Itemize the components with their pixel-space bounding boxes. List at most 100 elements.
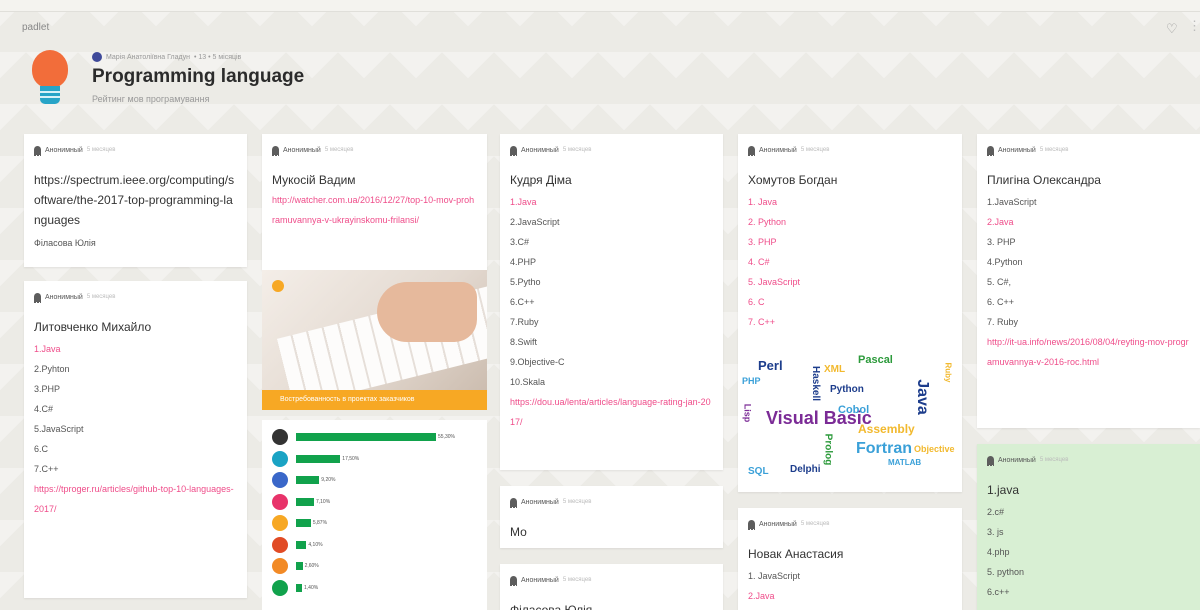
language-icon: [272, 450, 288, 467]
cloud-word: Pascal: [858, 354, 893, 366]
language-icon: [272, 536, 288, 553]
list-item: 7.C++: [34, 464, 59, 474]
bar-label: 55,30%: [438, 434, 455, 440]
cloud-word: Fortran: [856, 440, 912, 457]
post-card[interactable]: Анонимный 5 месяцев Мукосій Вадим http://…: [262, 134, 487, 270]
list-item: 10.Skala: [510, 377, 546, 387]
heart-icon[interactable]: ♡: [1166, 21, 1178, 37]
list-item: 4.C#: [34, 404, 54, 414]
post-card[interactable]: Анонимный 5 месяцев Філасова Юлія: [500, 564, 723, 610]
bar-row: 1,40%: [272, 579, 318, 597]
list-item: 9.Objective-C: [510, 357, 565, 367]
cloud-word: Prolog: [822, 433, 834, 466]
post-author: Анонимный: [998, 456, 1036, 464]
post-title: Мо: [510, 525, 527, 539]
post-card[interactable]: Анонимный 5 месяцев https://spectrum.ieee…: [24, 134, 247, 267]
anonymous-icon: [748, 519, 755, 530]
post-time: 5 месяцев: [324, 147, 354, 153]
list-item: 6. C++: [987, 297, 1015, 307]
list-item: 2.Pyhton: [34, 364, 70, 374]
anonymous-icon: [34, 145, 41, 156]
bar: [296, 454, 341, 463]
avatar[interactable]: [92, 52, 102, 62]
list-item: 3.C#: [510, 237, 530, 247]
post-card[interactable]: Анонимный 5 месяцев Мо: [500, 486, 723, 548]
language-icon: [272, 515, 288, 531]
bar-row: 2,60%: [272, 557, 319, 575]
padlet-logo[interactable]: padlet: [22, 22, 49, 33]
bar-label: 7,10%: [315, 498, 331, 505]
list-item: 6.C++: [510, 297, 535, 307]
anonymous-icon: [510, 497, 517, 508]
bar: [296, 540, 307, 549]
bar-label: 5,87%: [312, 520, 328, 526]
post-card[interactable]: Анонимный 5 месяцев Плигіна Олександра 1.…: [977, 134, 1200, 428]
list-item: 5.JavaScript: [34, 424, 84, 434]
list-item: 6.C: [34, 444, 49, 454]
list-item: 3. PHP: [987, 237, 1016, 247]
list-item: 4.Python: [987, 257, 1023, 267]
top-bar: [0, 0, 1200, 12]
post-author: Анонимный: [521, 498, 559, 506]
bar-row: 7,10%: [272, 493, 330, 511]
post-link[interactable]: http://watcher.com.ua/2016/12/27/top-10-…: [272, 190, 477, 230]
post-author: Анонимный: [521, 146, 559, 154]
list-item: 6. C: [748, 297, 765, 307]
bar-row: 17,50%: [272, 450, 359, 468]
post-author: Анонимный: [45, 146, 83, 154]
post-card[interactable]: Анонимный 5 месяцев 1.java 2.c# 3. js 4.p…: [977, 444, 1200, 610]
logo-icon: [272, 280, 284, 292]
list-item: 1.Java: [34, 344, 61, 354]
cloud-word: Delphi: [790, 464, 821, 475]
image-banner: Востребованность в проектах заказчиков: [280, 396, 415, 403]
post-time: 5 месяцев: [562, 147, 592, 153]
page-subtitle: Рейтинг мов програмування: [92, 94, 210, 104]
post-link[interactable]: https://dou.ua/lenta/articles/language-r…: [510, 392, 713, 432]
language-icon: [272, 429, 288, 445]
cloud-word: Java: [913, 379, 931, 415]
post-card[interactable]: Анонимный 5 месяцев Литовченко Михайло 1.…: [24, 281, 247, 598]
word-cloud-image[interactable]: Perl PHP XML Pascal Python Visual Basic Cobol A…: [738, 348, 962, 492]
post-body: Філасова Юлія: [34, 238, 96, 248]
cloud-word: SQL: [748, 466, 769, 477]
post-author: Анонимный: [283, 146, 321, 154]
list-item: 2. Python: [748, 217, 787, 227]
post-time: 5 месяцев: [86, 147, 116, 153]
post-card[interactable]: Анонимный 5 месяцев Кудря Діма 1.Java 2.J…: [500, 134, 723, 470]
list-item: 5. python: [987, 567, 1025, 577]
post-link[interactable]: http://it-ua.info/news/2016/08/04/reytin…: [987, 332, 1190, 372]
list-item: 5. C#,: [987, 277, 1012, 287]
author-meta: • 13 • 5 місяців: [193, 53, 242, 61]
bar: [296, 497, 314, 506]
cloud-word: Lisp: [742, 403, 753, 423]
bar: [296, 433, 436, 441]
page-title: Programming language: [92, 66, 305, 87]
list-item: 1. JavaScript: [748, 571, 801, 581]
list-item: 5.Pytho: [510, 277, 541, 287]
keyboard-image[interactable]: Востребованность в проектах заказчиков: [262, 270, 487, 410]
bar-row: 9,20%: [272, 471, 335, 489]
bar: [296, 519, 311, 527]
cloud-word: Perl: [758, 358, 783, 373]
post-time: 5 месяцев: [1039, 457, 1069, 463]
anonymous-icon: [34, 292, 41, 303]
list-item: 7. C++: [748, 317, 776, 327]
anonymous-icon: [987, 145, 994, 156]
post-author: Анонимный: [521, 576, 559, 584]
bar-label: 17,50%: [342, 455, 360, 462]
author-name[interactable]: Марія Анатоліївна Гладун: [106, 54, 190, 61]
more-icon[interactable]: ⋮: [1188, 18, 1200, 34]
list-item: 3. PHP: [748, 237, 777, 247]
anonymous-icon: [272, 145, 279, 156]
list-item: 4. C#: [748, 257, 770, 267]
language-icon: [272, 579, 288, 596]
post-link[interactable]: https://tproger.ru/articles/github-top-1…: [34, 479, 237, 519]
cloud-word: Haskell: [810, 365, 822, 402]
post-author: Анонимный: [998, 146, 1036, 154]
post-title: Плигіна Олександра: [987, 173, 1101, 187]
post-card[interactable]: Анонимный 5 месяцев Новак Анастасия 1. Ja…: [738, 508, 962, 610]
post-title[interactable]: https://spectrum.ieee.org/computing/soft…: [34, 170, 237, 230]
list-item: 3. js: [987, 527, 1004, 537]
language-icon: [272, 558, 288, 574]
bar-row: 4,10%: [272, 536, 323, 554]
